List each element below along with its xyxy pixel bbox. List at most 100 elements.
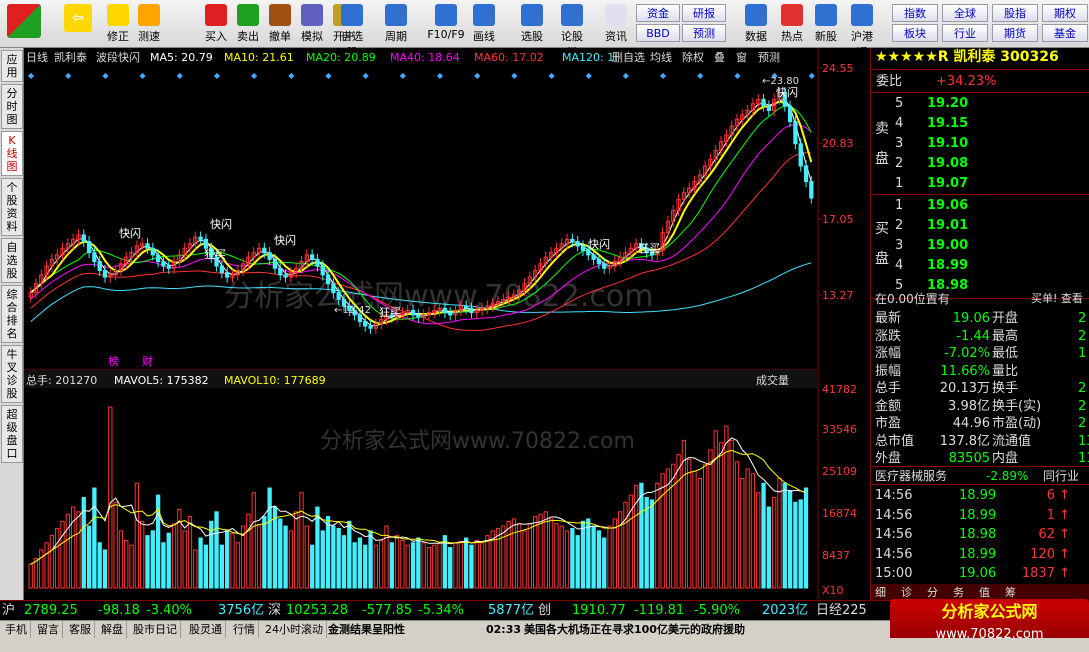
- app-logo-icon: [7, 4, 41, 38]
- sell-label-1: 卖: [875, 121, 889, 137]
- buyorder-link[interactable]: 买单! 查看: [1031, 290, 1083, 306]
- toolbar-right-0[interactable]: 指数: [892, 4, 938, 22]
- toolbar-right-1[interactable]: 全球: [942, 4, 988, 22]
- toolbar-button-16[interactable]: 新股: [810, 2, 842, 46]
- toolbar-button-10[interactable]: 画线: [468, 2, 500, 46]
- bottom-tab-3[interactable]: 解盘: [98, 621, 127, 639]
- stat-label: 最新: [875, 311, 902, 326]
- chart-tool-5[interactable]: 预测: [758, 51, 780, 64]
- toolbar-label-15: 热点: [781, 30, 803, 43]
- quote-tab-1[interactable]: 诊: [901, 584, 912, 600]
- toolbar-icon-2: [205, 4, 227, 26]
- tick-time: 14:56: [875, 507, 913, 523]
- bottom-tab-0[interactable]: 手机: [2, 621, 31, 639]
- toolbar-small-3[interactable]: 预测: [682, 24, 726, 42]
- bottom-tab-2[interactable]: 客服: [66, 621, 95, 639]
- toolbar-button-9[interactable]: F10/F9: [424, 2, 468, 46]
- toolbar-right-7[interactable]: 基金: [1042, 24, 1088, 42]
- toolbar-icon-3: [237, 4, 259, 26]
- status-item-0: 沪: [2, 603, 16, 618]
- position-text: 在0.00位置有: [875, 292, 950, 306]
- chart-tool-1[interactable]: 均线: [650, 50, 672, 64]
- left-tab-2[interactable]: K线图: [1, 131, 23, 176]
- volume-bar: [225, 530, 230, 589]
- logo-icon[interactable]: [4, 2, 44, 46]
- toolbar-button-13[interactable]: 资讯: [600, 2, 632, 46]
- anno-kuaishan-2: 快闪: [210, 217, 232, 231]
- toolbar-right-2[interactable]: 股指: [992, 4, 1038, 22]
- toolbar-button-5[interactable]: 模拟: [296, 2, 328, 46]
- bottom-tab-1[interactable]: 留言: [34, 621, 63, 639]
- buy-row-2: 2 19.01: [871, 216, 1089, 235]
- vol-type[interactable]: 成交量: [756, 373, 789, 387]
- bottom-tab-4[interactable]: 股市日记: [130, 621, 181, 639]
- toolbar-right-6[interactable]: 期货: [992, 24, 1038, 42]
- sector-button[interactable]: 同行业: [1043, 467, 1079, 486]
- left-tab-7[interactable]: 超级盘口: [1, 405, 23, 463]
- back-button[interactable]: ⇦: [62, 2, 94, 46]
- toolbar-button-1[interactable]: 测速: [133, 2, 165, 46]
- volume-bar: [336, 527, 341, 589]
- toolbar-small-1[interactable]: 研报: [682, 4, 726, 22]
- toolbar-button-14[interactable]: 数据: [740, 2, 772, 46]
- chart-tool-2[interactable]: 除权: [682, 50, 704, 64]
- bottom-tab-5[interactable]: 股灵通: [186, 621, 226, 639]
- chart-tool-4[interactable]: 窗: [736, 50, 747, 64]
- left-tab-6[interactable]: 牛叉诊股: [1, 345, 23, 403]
- toolbar-button-15[interactable]: 热点: [776, 2, 808, 46]
- bottom-tab-6[interactable]: 行情: [230, 621, 259, 639]
- anno-kuangmai-2: 狂买: [379, 306, 401, 319]
- toolbar-right-3[interactable]: 期权: [1042, 4, 1088, 22]
- toolbar-button-12[interactable]: 论股堂: [556, 2, 588, 59]
- quote-tab-5[interactable]: 筹: [1005, 584, 1016, 600]
- chart-tool-3[interactable]: 叠: [714, 51, 725, 64]
- chart-tool-0[interactable]: 删自选: [612, 51, 645, 64]
- toolbar-button-0[interactable]: 修正: [102, 2, 134, 46]
- candle-body: [283, 274, 288, 278]
- quote-tab-4[interactable]: 值: [979, 584, 990, 600]
- toolbar-button-11[interactable]: 选股: [516, 2, 548, 46]
- quote-tab-0[interactable]: 细: [875, 584, 886, 600]
- toolbar: 修正测速买入卖出撤单模拟开户自选股周期F10/F9画线选股论股堂资讯数据热点新股…: [0, 0, 1089, 59]
- volume-bar: [304, 525, 309, 589]
- volume-bar: [166, 532, 171, 589]
- toolbar-small-0[interactable]: 资金: [636, 4, 680, 22]
- news-1[interactable]: 金测结果呈阳性: [328, 621, 405, 639]
- candle-body: [150, 247, 155, 256]
- kline-chart-svg[interactable]: 日线 凯利泰 波段快闪 MA5: 20.79 MA10: 21.61 MA20: 20.8…: [24, 48, 870, 600]
- toolbar-right-5[interactable]: 行业: [942, 24, 988, 42]
- left-tab-3[interactable]: 个股资料: [1, 178, 23, 236]
- left-tab-0[interactable]: 应用: [1, 50, 23, 82]
- toolbar-button-7[interactable]: 自选股: [336, 2, 368, 59]
- toolbar-button-3[interactable]: 卖出: [232, 2, 264, 46]
- volume-bar: [134, 482, 140, 589]
- news-2[interactable]: 美国各大机场正在寻求100亿美元的政府援助: [524, 621, 745, 639]
- kline-chart-area[interactable]: 日线 凯利泰 波段快闪 MA5: 20.79 MA10: 21.61 MA20: 20.8…: [24, 48, 870, 600]
- left-tab-1[interactable]: 分时图: [1, 84, 23, 129]
- bottom-tab-7[interactable]: 24小时滚动: [262, 621, 327, 639]
- signal-diamond: ◆: [437, 71, 444, 80]
- sell-row-2: 2 19.08: [871, 154, 1089, 173]
- volume-bar: [92, 487, 97, 589]
- volume-bar: [580, 520, 586, 589]
- quote-tab-3[interactable]: 务: [953, 584, 964, 600]
- tick-price: 18.99: [959, 488, 997, 503]
- toolbar-button-8[interactable]: 周期: [380, 2, 412, 46]
- weibi-value: +34.23%: [936, 74, 997, 89]
- signal-diamond: ◆: [660, 71, 667, 80]
- toolbar-right-4[interactable]: 板块: [892, 24, 938, 42]
- chart-header-4: MA10: 21.61: [224, 51, 294, 64]
- toolbar-button-4[interactable]: 撤单: [264, 2, 296, 46]
- toolbar-button-17[interactable]: 沪港通: [846, 2, 878, 59]
- toolbar-button-2[interactable]: 买入: [200, 2, 232, 46]
- stat-label2: 市盈(动): [992, 416, 1042, 431]
- quote-tab-2[interactable]: 分: [927, 584, 938, 600]
- sell-price: 19.15: [927, 116, 969, 131]
- logo-title: 分析家公式网: [941, 602, 1038, 621]
- stat-value2: 2: [1078, 398, 1087, 414]
- volume-bar: [49, 535, 55, 589]
- toolbar-small-2[interactable]: BBD: [636, 24, 680, 42]
- sell-row-3: 3 19.10: [871, 134, 1089, 153]
- left-tab-4[interactable]: 自选股: [1, 238, 23, 283]
- left-tab-5[interactable]: 综合排名: [1, 285, 23, 343]
